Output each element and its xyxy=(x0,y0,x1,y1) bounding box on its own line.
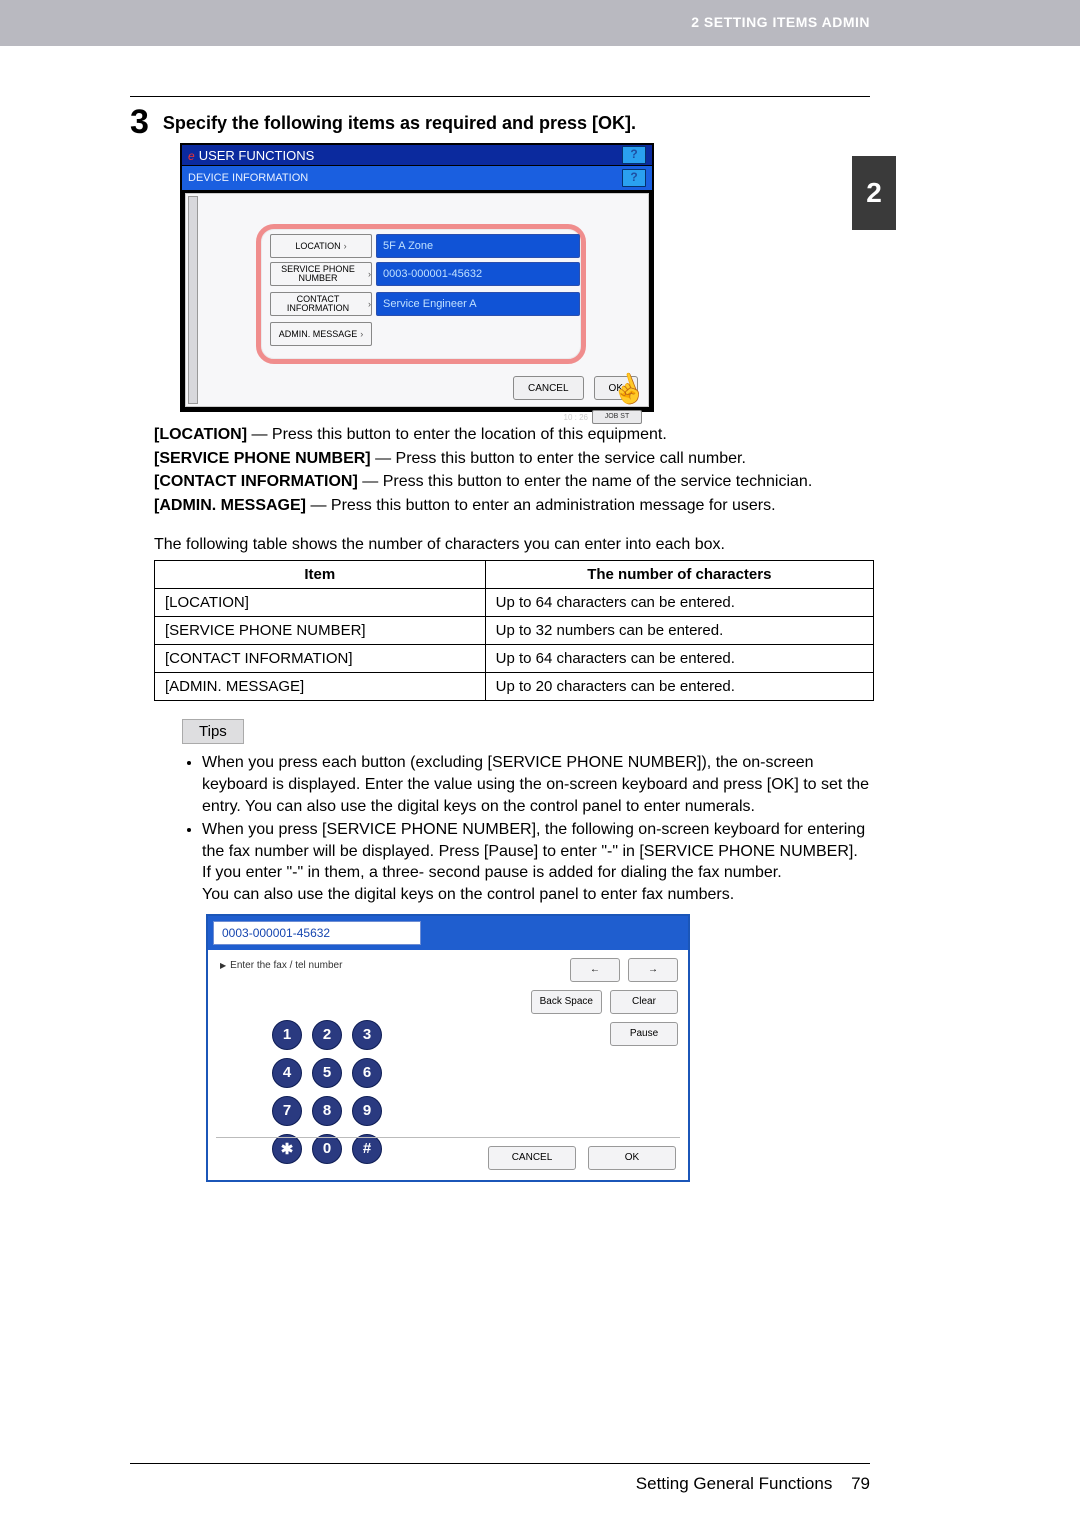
backspace-button[interactable]: Back Space xyxy=(531,990,602,1014)
cancel-button[interactable]: CANCEL xyxy=(513,376,584,400)
scrollbar[interactable] xyxy=(188,196,198,404)
job-status-chip[interactable]: JOB ST xyxy=(592,410,642,424)
arrow-left-button[interactable]: ← xyxy=(570,958,620,982)
clock: 10 : 26 xyxy=(564,413,588,422)
key-4[interactable]: 4 xyxy=(272,1058,302,1088)
location-value: 5F A Zone xyxy=(376,234,580,258)
key-star[interactable]: ✱ xyxy=(272,1134,302,1164)
service-phone-value: 0003-000001-45632 xyxy=(376,262,580,286)
location-button[interactable]: LOCATION› xyxy=(270,234,372,258)
list-item: When you press each button (excluding [S… xyxy=(202,752,870,817)
key-hash[interactable]: # xyxy=(352,1134,382,1164)
footer: Setting General Functions 79 xyxy=(636,1474,870,1494)
help-icon[interactable]: ? xyxy=(622,169,646,187)
key-9[interactable]: 9 xyxy=(352,1096,382,1126)
table-intro: The following table shows the number of … xyxy=(154,536,870,554)
footer-rule xyxy=(130,1463,870,1464)
device-info-screenshot: e USER FUNCTIONS ? DEVICE INFORMATION ? L… xyxy=(180,143,654,412)
key-3[interactable]: 3 xyxy=(352,1020,382,1050)
tips-label: Tips xyxy=(182,719,244,744)
header-section: 2 SETTING ITEMS ADMIN xyxy=(691,14,870,30)
contact-info-button[interactable]: CONTACT INFORMATION› xyxy=(270,292,372,316)
rule-top xyxy=(130,96,870,97)
table-row: [CONTACT INFORMATION]Up to 64 characters… xyxy=(155,645,874,673)
pointer-icon: ☝ xyxy=(607,368,651,411)
keypad-screenshot: 0003-000001-45632 Enter the fax / tel nu… xyxy=(206,914,690,1182)
device-subtitle: DEVICE INFORMATION xyxy=(188,172,308,184)
key-2[interactable]: 2 xyxy=(312,1020,342,1050)
footer-title: Setting General Functions xyxy=(636,1474,833,1493)
chevron-right-icon: › xyxy=(368,300,371,309)
page-number: 79 xyxy=(851,1474,870,1493)
fax-number-input[interactable]: 0003-000001-45632 xyxy=(213,921,421,945)
key-6[interactable]: 6 xyxy=(352,1058,382,1088)
key-7[interactable]: 7 xyxy=(272,1096,302,1126)
key-8[interactable]: 8 xyxy=(312,1096,342,1126)
char-limit-table: ItemThe number of characters [LOCATION]U… xyxy=(154,560,874,701)
chevron-right-icon: › xyxy=(344,242,347,251)
tips-list: When you press each button (excluding [S… xyxy=(182,752,870,905)
key-0[interactable]: 0 xyxy=(312,1134,342,1164)
step-number: 3 xyxy=(130,105,149,139)
keypad-ok-button[interactable]: OK xyxy=(588,1146,676,1170)
clear-button[interactable]: Clear xyxy=(610,990,678,1014)
table-row: [ADMIN. MESSAGE]Up to 20 characters can … xyxy=(155,673,874,701)
divider xyxy=(216,1137,680,1138)
device-title: USER FUNCTIONS xyxy=(199,148,315,163)
keypad-instruction: Enter the fax / tel number xyxy=(220,960,342,971)
pause-button[interactable]: Pause xyxy=(610,1022,678,1046)
key-1[interactable]: 1 xyxy=(272,1020,302,1050)
key-5[interactable]: 5 xyxy=(312,1058,342,1088)
table-row: [SERVICE PHONE NUMBER]Up to 32 numbers c… xyxy=(155,617,874,645)
device-logo: e xyxy=(188,149,195,163)
table-row: [LOCATION]Up to 64 characters can be ent… xyxy=(155,589,874,617)
admin-message-button[interactable]: ADMIN. MESSAGE› xyxy=(270,322,372,346)
chevron-right-icon: › xyxy=(368,270,371,279)
list-item: When you press [SERVICE PHONE NUMBER], t… xyxy=(202,819,870,905)
service-phone-button[interactable]: SERVICE PHONE NUMBER› xyxy=(270,262,372,286)
field-descriptions: [LOCATION] — Press this button to enter … xyxy=(154,424,870,516)
keypad-cancel-button[interactable]: CANCEL xyxy=(488,1146,576,1170)
header-bar: 2 SETTING ITEMS ADMIN xyxy=(0,0,1080,46)
arrow-right-button[interactable]: → xyxy=(628,958,678,982)
help-icon[interactable]: ? xyxy=(622,146,646,164)
contact-info-value: Service Engineer A xyxy=(376,292,580,316)
chevron-right-icon: › xyxy=(360,330,363,339)
step-title: Specify the following items as required … xyxy=(163,105,636,134)
numeric-keypad: 1 2 3 4 5 6 7 8 9 ✱ xyxy=(272,1020,382,1172)
